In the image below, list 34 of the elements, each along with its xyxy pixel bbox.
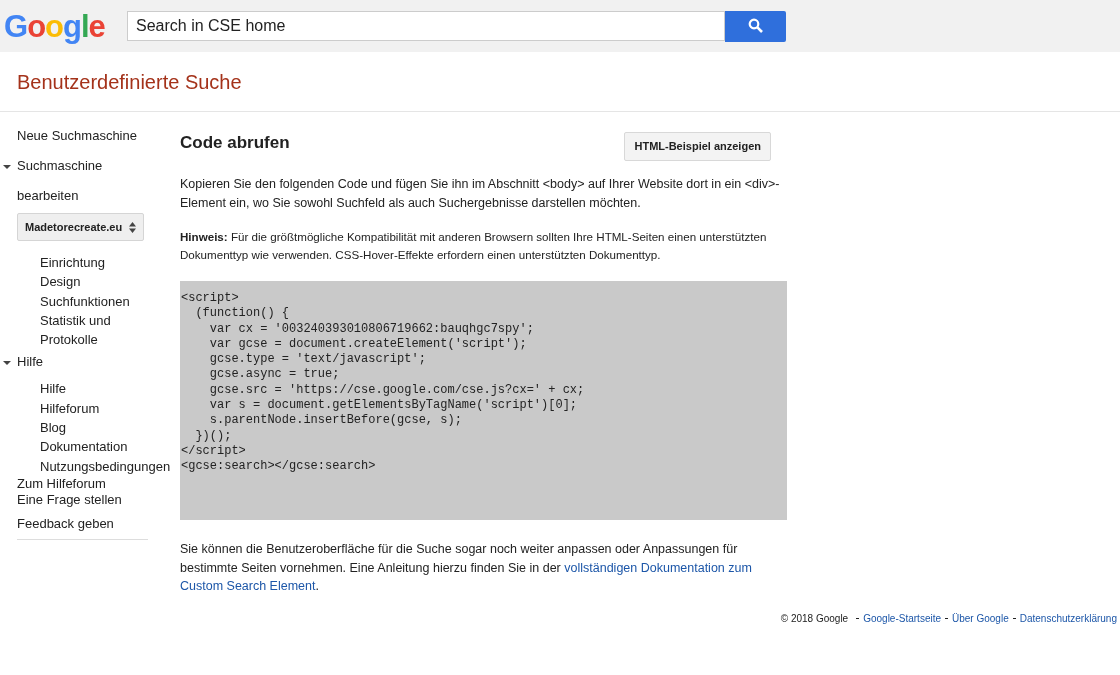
sidebar-section[interactable]: Suchmaschine bearbeiten	[17, 151, 127, 211]
sidebar-section[interactable]: Hilfe	[17, 347, 43, 378]
sidebar-subitem[interactable]: Hilfeforum	[40, 398, 180, 419]
customization-text: Sie können die Benutzeroberfläche für die Suche sogar noch weiter anpassen oder Anpassungen für bestimmte Seiten vornehmen. Eine Anleitung hierzu finden Sie in der vollständigen Dokumentation zum Custom Search Element.	[180, 541, 753, 595]
note-text: Hinweis: Für die größtmögliche Kompatibilität mit anderen Browsern sollten Ihre HTML-Seiten einen unterstützten Dokumenttyp wie verwenden. CSS-Hover-Effekte erfordern einen unterstützten Dokumenttyp.	[180, 229, 768, 263]
sidebar-subitem[interactable]: Dokumentation	[40, 437, 180, 457]
sidebar-subitem[interactable]: Statistik und Protokolle	[40, 310, 130, 350]
sidebar-subitem[interactable]: Design	[40, 272, 130, 292]
sidebar-subitem[interactable]: Einrichtung	[40, 253, 130, 273]
search-icon	[747, 18, 764, 34]
html-example-button[interactable]: HTML-Beispiel anzeigen	[624, 132, 771, 161]
documentation-link[interactable]: vollständigen Dokumentation zum	[564, 560, 752, 575]
page-title: Benutzerdefinierte Suche	[17, 69, 242, 95]
copyright-text: © 2018 Google	[780, 612, 849, 626]
sidebar-subitem[interactable]: Suchfunktionen	[40, 291, 130, 311]
sidebar-link[interactable]: Eine Frage stellen	[17, 491, 180, 508]
instructions-text: Kopieren Sie den folgenden Code und fügen Sie ihn im Abschnitt <body> auf Ihrer Website dort in ein <div>-Element ein, wo Sie sowohl Suchfeld als auch Suchergebnisse darstellen möchten.	[180, 176, 781, 212]
code-block: <script> (function() { var cx = '003240393010806719662:bauqhgc7spy'; var gcse = document.createElement('script'); gcse.type = 'text/javascript'; gcse.async = true; gcse.src = 'https://cse.google.com/cse.js?cx=' + cx; var s = document.getElementsByTagName('script')[0]; s.parentNode.insertBefore(gcse, s); })(); </script> <gcse:search></gcse:search>	[180, 281, 787, 520]
sidebar-link[interactable]: Neue Suchmaschine	[17, 128, 180, 144]
footer-link[interactable]: Über Google	[952, 611, 1009, 626]
engine-select[interactable]: Madetorecreate.eu	[17, 213, 144, 241]
caret-icon[interactable]	[3, 359, 11, 368]
sidebar-subitem[interactable]: Blog	[40, 418, 180, 438]
footer-link[interactable]: Datenschutzerklärung	[1019, 611, 1117, 626]
caret-icon[interactable]	[3, 163, 11, 171]
section-heading: Code abrufen	[180, 132, 290, 154]
sidebar-subitem[interactable]: Nutzungsbedingungen	[40, 456, 180, 476]
updown-arrows-icon	[129, 221, 136, 233]
sidebar-link[interactable]: Zum Hilfeforum	[17, 475, 180, 492]
sidebar-subitem[interactable]: Hilfe	[40, 379, 180, 399]
search-field[interactable]: Search in CSE home	[127, 11, 725, 41]
search-button[interactable]	[725, 10, 786, 42]
sidebar-link[interactable]: Feedback geben	[17, 515, 148, 540]
footer-link[interactable]: Google-Startseite	[863, 611, 941, 626]
